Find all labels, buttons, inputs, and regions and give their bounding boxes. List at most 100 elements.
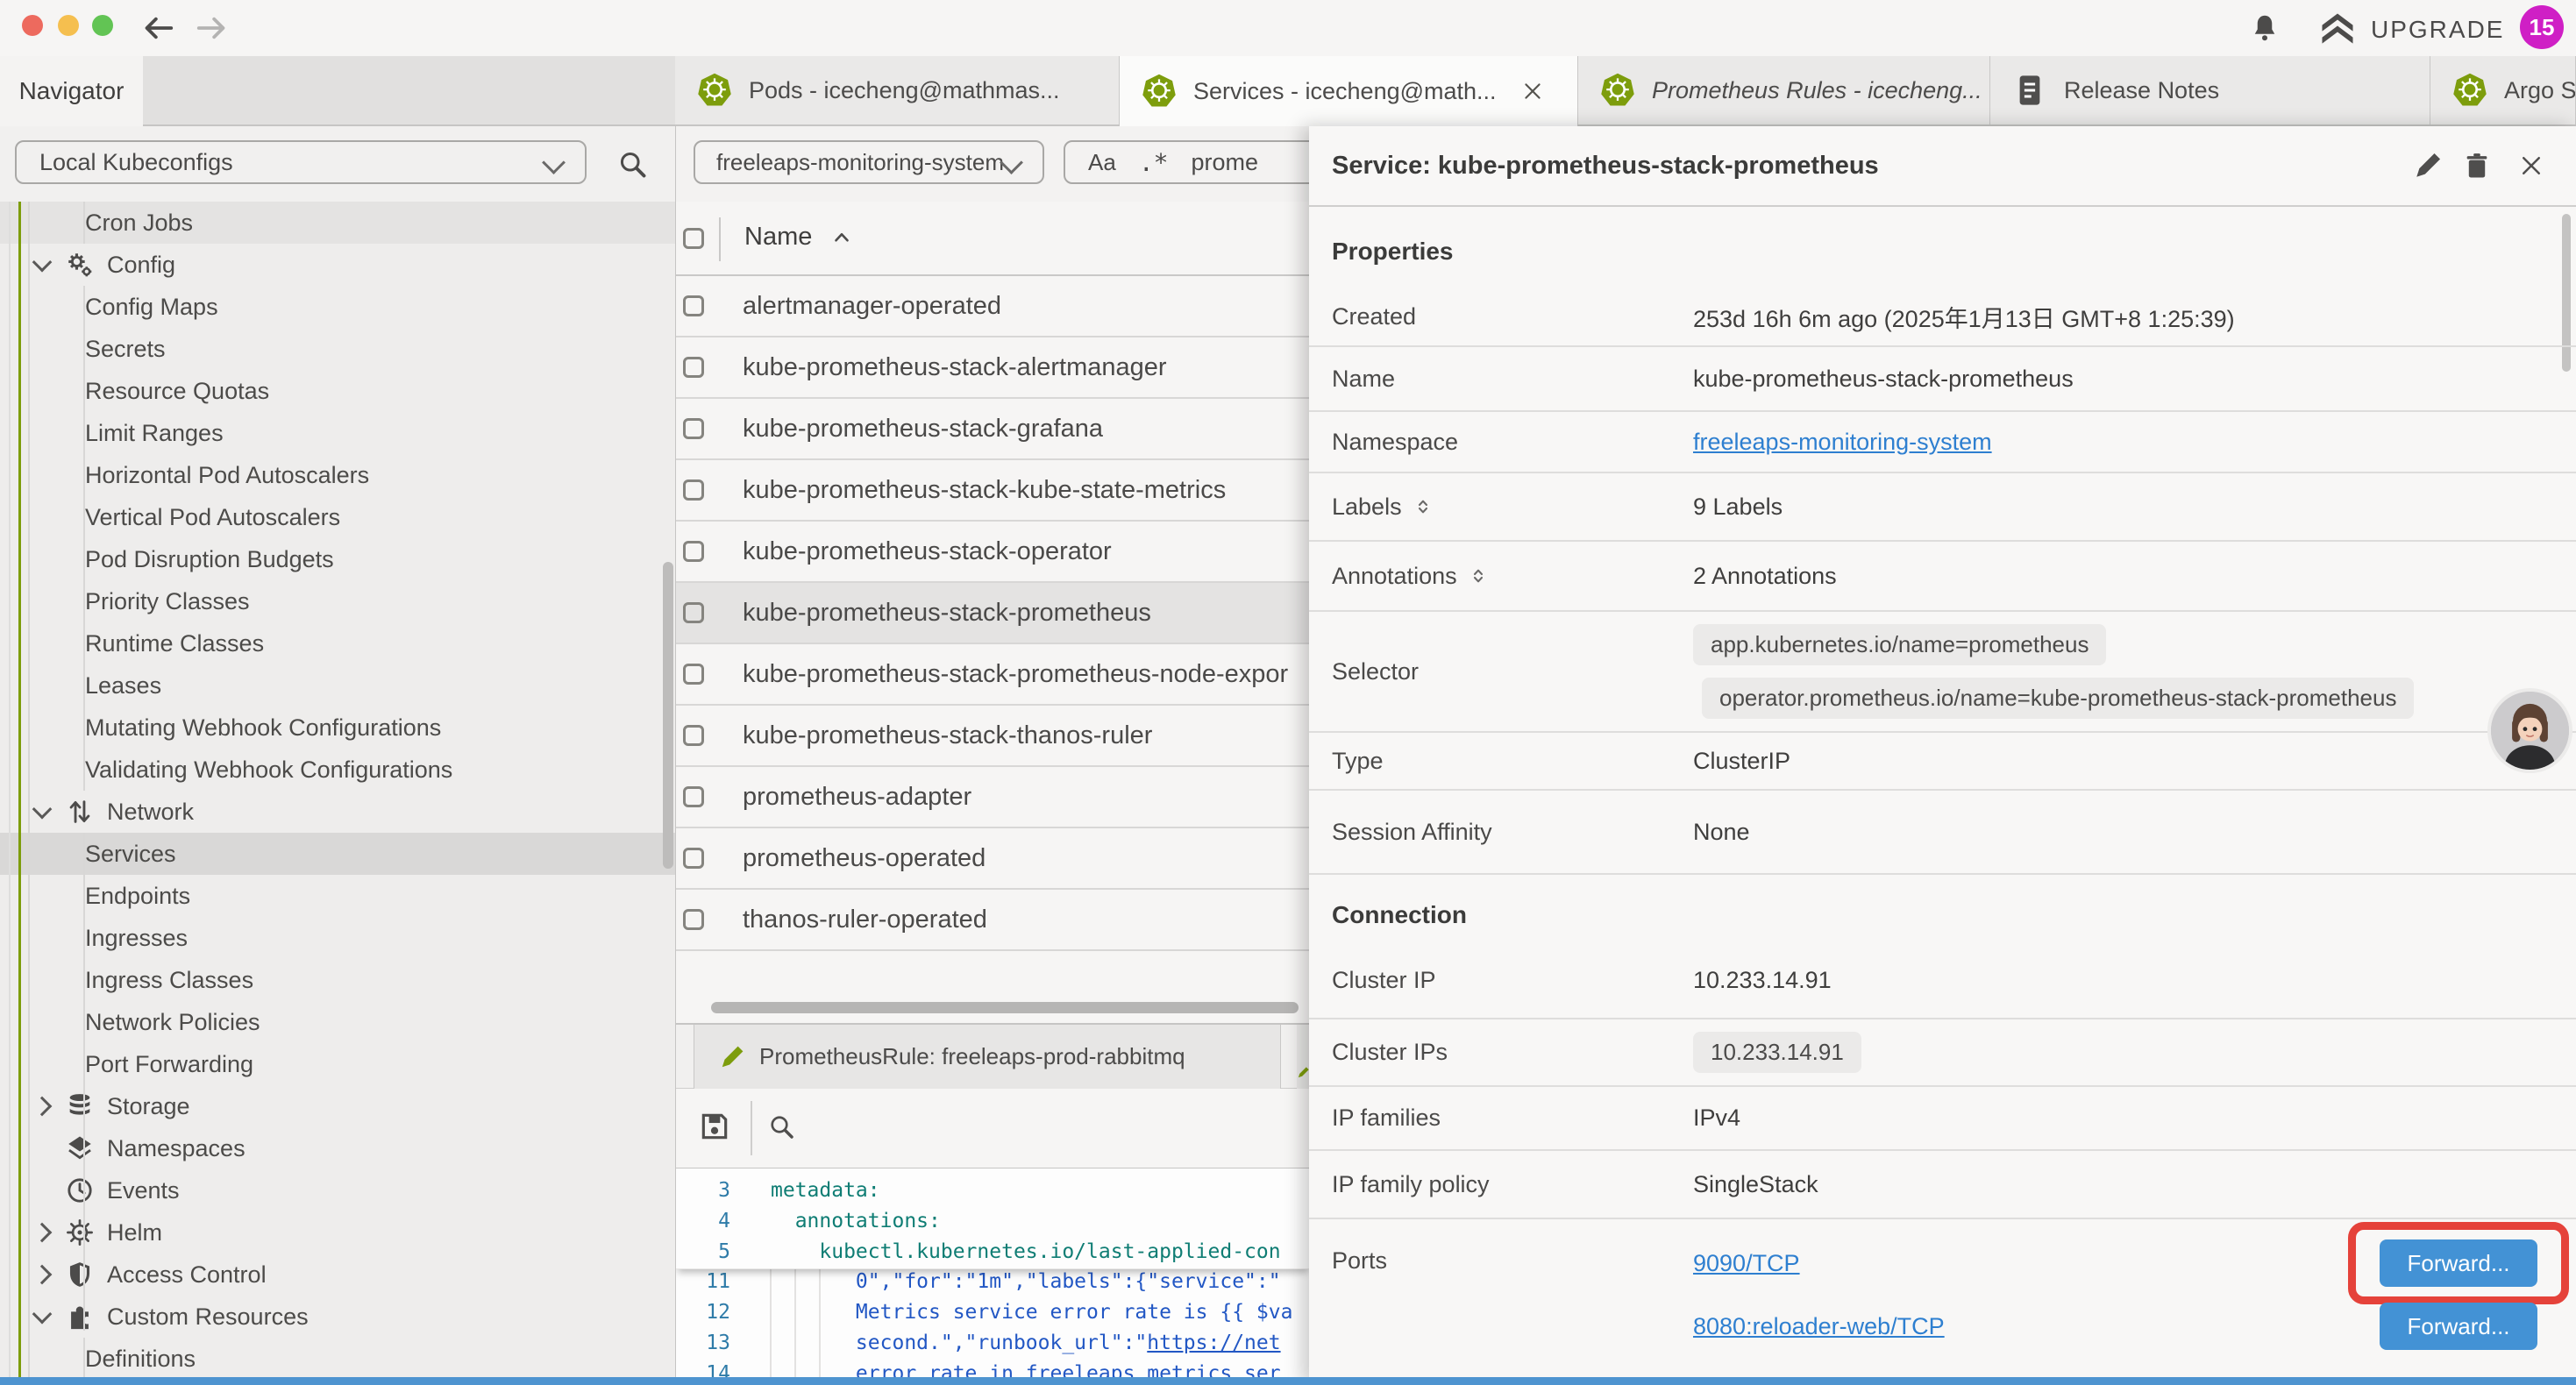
- sidebar-item-services[interactable]: Services: [0, 833, 675, 875]
- table-row-prometheus-operated[interactable]: prometheus-operated: [676, 828, 1310, 890]
- sidebar-item-network[interactable]: Network: [0, 791, 675, 833]
- tab-release-notes[interactable]: Release Notes: [1990, 56, 2430, 124]
- sidebar-item-resource-quotas[interactable]: Resource Quotas: [0, 370, 675, 412]
- sidebar-item-pod-disruption-budgets[interactable]: Pod Disruption Budgets: [0, 538, 675, 580]
- sidebar-item-mutating-webhook-configurations[interactable]: Mutating Webhook Configurations: [0, 707, 675, 749]
- user-avatar[interactable]: [2487, 688, 2572, 773]
- sidebar-item-access-control[interactable]: Access Control: [0, 1254, 675, 1296]
- table-row-kube-prometheus-stack-thanos-ruler[interactable]: kube-prometheus-stack-thanos-ruler: [676, 706, 1310, 767]
- forward-button[interactable]: Forward...: [2380, 1239, 2537, 1287]
- upgrade-icon[interactable]: [2315, 11, 2360, 47]
- maximize-window-button[interactable]: [92, 15, 113, 36]
- row-checkbox[interactable]: [683, 909, 704, 930]
- sidebar-item-definitions[interactable]: Definitions: [0, 1338, 675, 1380]
- delete-trash-icon[interactable]: [2462, 151, 2492, 181]
- table-row-kube-prometheus-stack-prometheus-node-expor[interactable]: kube-prometheus-stack-prometheus-node-ex…: [676, 644, 1310, 706]
- select-all-checkbox[interactable]: [683, 228, 704, 249]
- table-row-kube-prometheus-stack-grafana[interactable]: kube-prometheus-stack-grafana: [676, 399, 1310, 460]
- chevron-right-icon[interactable]: [32, 1265, 53, 1285]
- sidebar-item-limit-ranges[interactable]: Limit Ranges: [0, 412, 675, 454]
- row-checkbox[interactable]: [683, 295, 704, 316]
- chevron-right-icon[interactable]: [32, 1097, 53, 1117]
- namespace-dropdown[interactable]: freeleaps-monitoring-system: [694, 140, 1044, 184]
- expand-collapse-icon[interactable]: [1468, 565, 1489, 586]
- editor-tab-partial[interactable]: [1297, 1025, 1310, 1089]
- table-row-kube-prometheus-stack-operator[interactable]: kube-prometheus-stack-operator: [676, 522, 1310, 583]
- kubeconfig-dropdown[interactable]: Local Kubeconfigs: [15, 140, 587, 184]
- port-link-8080[interactable]: 8080:reloader-web/TCP: [1693, 1313, 1945, 1340]
- sidebar-search-icon[interactable]: [616, 148, 648, 180]
- port-link-9090[interactable]: 9090/TCP: [1693, 1250, 1800, 1277]
- sidebar-item-storage[interactable]: Storage: [0, 1085, 675, 1127]
- editor-search-icon[interactable]: [767, 1112, 795, 1140]
- close-tab-icon[interactable]: [1521, 80, 1544, 103]
- sidebar-item-config-maps[interactable]: Config Maps: [0, 286, 675, 328]
- row-checkbox[interactable]: [683, 479, 704, 501]
- row-checkbox[interactable]: [683, 357, 704, 378]
- row-checkbox[interactable]: [683, 541, 704, 562]
- sidebar-scrollbar[interactable]: [663, 562, 673, 869]
- regex-toggle[interactable]: .*: [1139, 148, 1169, 177]
- upgrade-label[interactable]: UPGRADE: [2371, 16, 2504, 44]
- back-icon[interactable]: [142, 11, 175, 45]
- notification-count-badge[interactable]: 15: [2520, 5, 2564, 49]
- sidebar-item-runtime-classes[interactable]: Runtime Classes: [0, 622, 675, 664]
- sidebar-item-cron-jobs[interactable]: Cron Jobs: [0, 202, 675, 244]
- sidebar-item-custom-resources[interactable]: Custom Resources: [0, 1296, 675, 1338]
- sidebar-item-helm[interactable]: Helm: [0, 1211, 675, 1254]
- sidebar-item-horizontal-pod-autoscalers[interactable]: Horizontal Pod Autoscalers: [0, 454, 675, 496]
- chevron-right-icon[interactable]: [32, 1223, 53, 1243]
- table-row-alertmanager-operated[interactable]: alertmanager-operated: [676, 276, 1310, 337]
- editor-tab-prometheusrule[interactable]: PrometheusRule: freeleaps-prod-rabbitmq: [694, 1025, 1281, 1089]
- sidebar-item-namespaces[interactable]: Namespaces: [0, 1127, 675, 1169]
- runbook-url-link[interactable]: https://net: [1147, 1332, 1280, 1354]
- sidebar-item-secrets[interactable]: Secrets: [0, 328, 675, 370]
- table-row-thanos-ruler-operated[interactable]: thanos-ruler-operated: [676, 890, 1310, 951]
- annotations-value[interactable]: 2 Annotations: [1693, 563, 2576, 590]
- sidebar-item-priority-classes[interactable]: Priority Classes: [0, 580, 675, 622]
- row-checkbox[interactable]: [683, 786, 704, 807]
- name-column-header[interactable]: Name: [744, 223, 812, 252]
- row-checkbox[interactable]: [683, 725, 704, 746]
- tab-services-icecheng-math[interactable]: Services - icecheng@math...: [1120, 56, 1578, 126]
- close-icon[interactable]: [2518, 153, 2544, 179]
- row-checkbox[interactable]: [683, 664, 704, 685]
- minimize-window-button[interactable]: [58, 15, 79, 36]
- forward-button[interactable]: Forward...: [2380, 1303, 2537, 1350]
- sidebar-item-network-policies[interactable]: Network Policies: [0, 1001, 675, 1043]
- match-case-toggle[interactable]: Aa: [1088, 149, 1116, 176]
- save-icon[interactable]: [698, 1110, 731, 1143]
- table-row-kube-prometheus-stack-kube-state-metrics[interactable]: kube-prometheus-stack-kube-state-metrics: [676, 460, 1310, 522]
- table-row-prometheus-adapter[interactable]: prometheus-adapter: [676, 767, 1310, 828]
- tab-argo-se[interactable]: Argo Se: [2430, 56, 2576, 124]
- sidebar-item-validating-webhook-configurations[interactable]: Validating Webhook Configurations: [0, 749, 675, 791]
- horizontal-scrollbar[interactable]: [711, 1002, 1299, 1013]
- namespace-link[interactable]: freeleaps-monitoring-system: [1693, 429, 1992, 455]
- sidebar-item-port-forwarding[interactable]: Port Forwarding: [0, 1043, 675, 1085]
- forward-icon[interactable]: [195, 11, 228, 45]
- tab-navigator[interactable]: Navigator: [0, 56, 143, 126]
- sidebar-item-vertical-pod-autoscalers[interactable]: Vertical Pod Autoscalers: [0, 496, 675, 538]
- row-checkbox[interactable]: [683, 602, 704, 623]
- sidebar-item-config[interactable]: Config: [0, 244, 675, 286]
- sidebar-item-endpoints[interactable]: Endpoints: [0, 875, 675, 917]
- chevron-down-icon[interactable]: [32, 1304, 53, 1325]
- chevron-down-icon[interactable]: [32, 799, 53, 820]
- labels-value[interactable]: 9 Labels: [1693, 494, 2576, 521]
- row-checkbox[interactable]: [683, 848, 704, 869]
- sidebar-item-events[interactable]: Events: [0, 1169, 675, 1211]
- tab-pods-icecheng-mathmas[interactable]: Pods - icecheng@mathmas...: [675, 56, 1120, 124]
- notifications-bell-icon[interactable]: [2249, 11, 2281, 46]
- tab-prometheus-rules-icecheng[interactable]: Prometheus Rules - icecheng...: [1578, 56, 1990, 124]
- sort-ascending-icon[interactable]: [830, 226, 853, 249]
- edit-pencil-icon[interactable]: [2413, 151, 2443, 181]
- table-row-kube-prometheus-stack-prometheus[interactable]: kube-prometheus-stack-prometheus: [676, 583, 1310, 644]
- row-checkbox[interactable]: [683, 418, 704, 439]
- table-row-kube-prometheus-stack-alertmanager[interactable]: kube-prometheus-stack-alertmanager: [676, 337, 1310, 399]
- close-window-button[interactable]: [22, 15, 43, 36]
- yaml-editor[interactable]: 3metadata:4 annotations:5 kubectl.kubern…: [676, 1168, 1310, 1385]
- sidebar-item-ingresses[interactable]: Ingresses: [0, 917, 675, 959]
- sidebar-item-leases[interactable]: Leases: [0, 664, 675, 707]
- sidebar-item-ingress-classes[interactable]: Ingress Classes: [0, 959, 675, 1001]
- chevron-down-icon[interactable]: [32, 252, 53, 273]
